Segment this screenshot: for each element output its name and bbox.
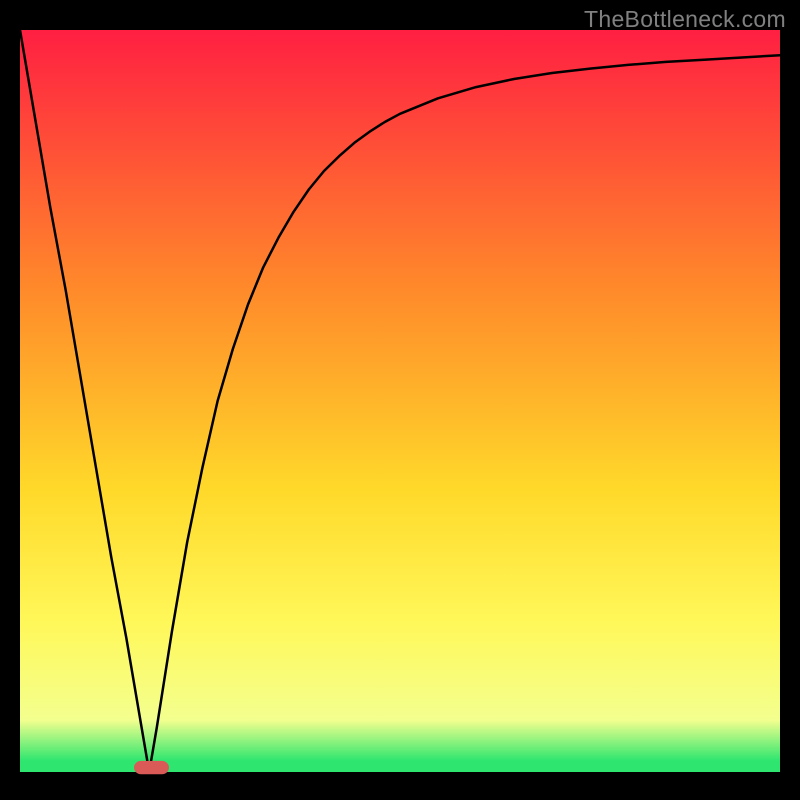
watermark-text: TheBottleneck.com [584, 6, 786, 33]
optimal-marker [134, 761, 169, 774]
plot-area [20, 30, 780, 772]
bottleneck-chart [0, 0, 800, 800]
